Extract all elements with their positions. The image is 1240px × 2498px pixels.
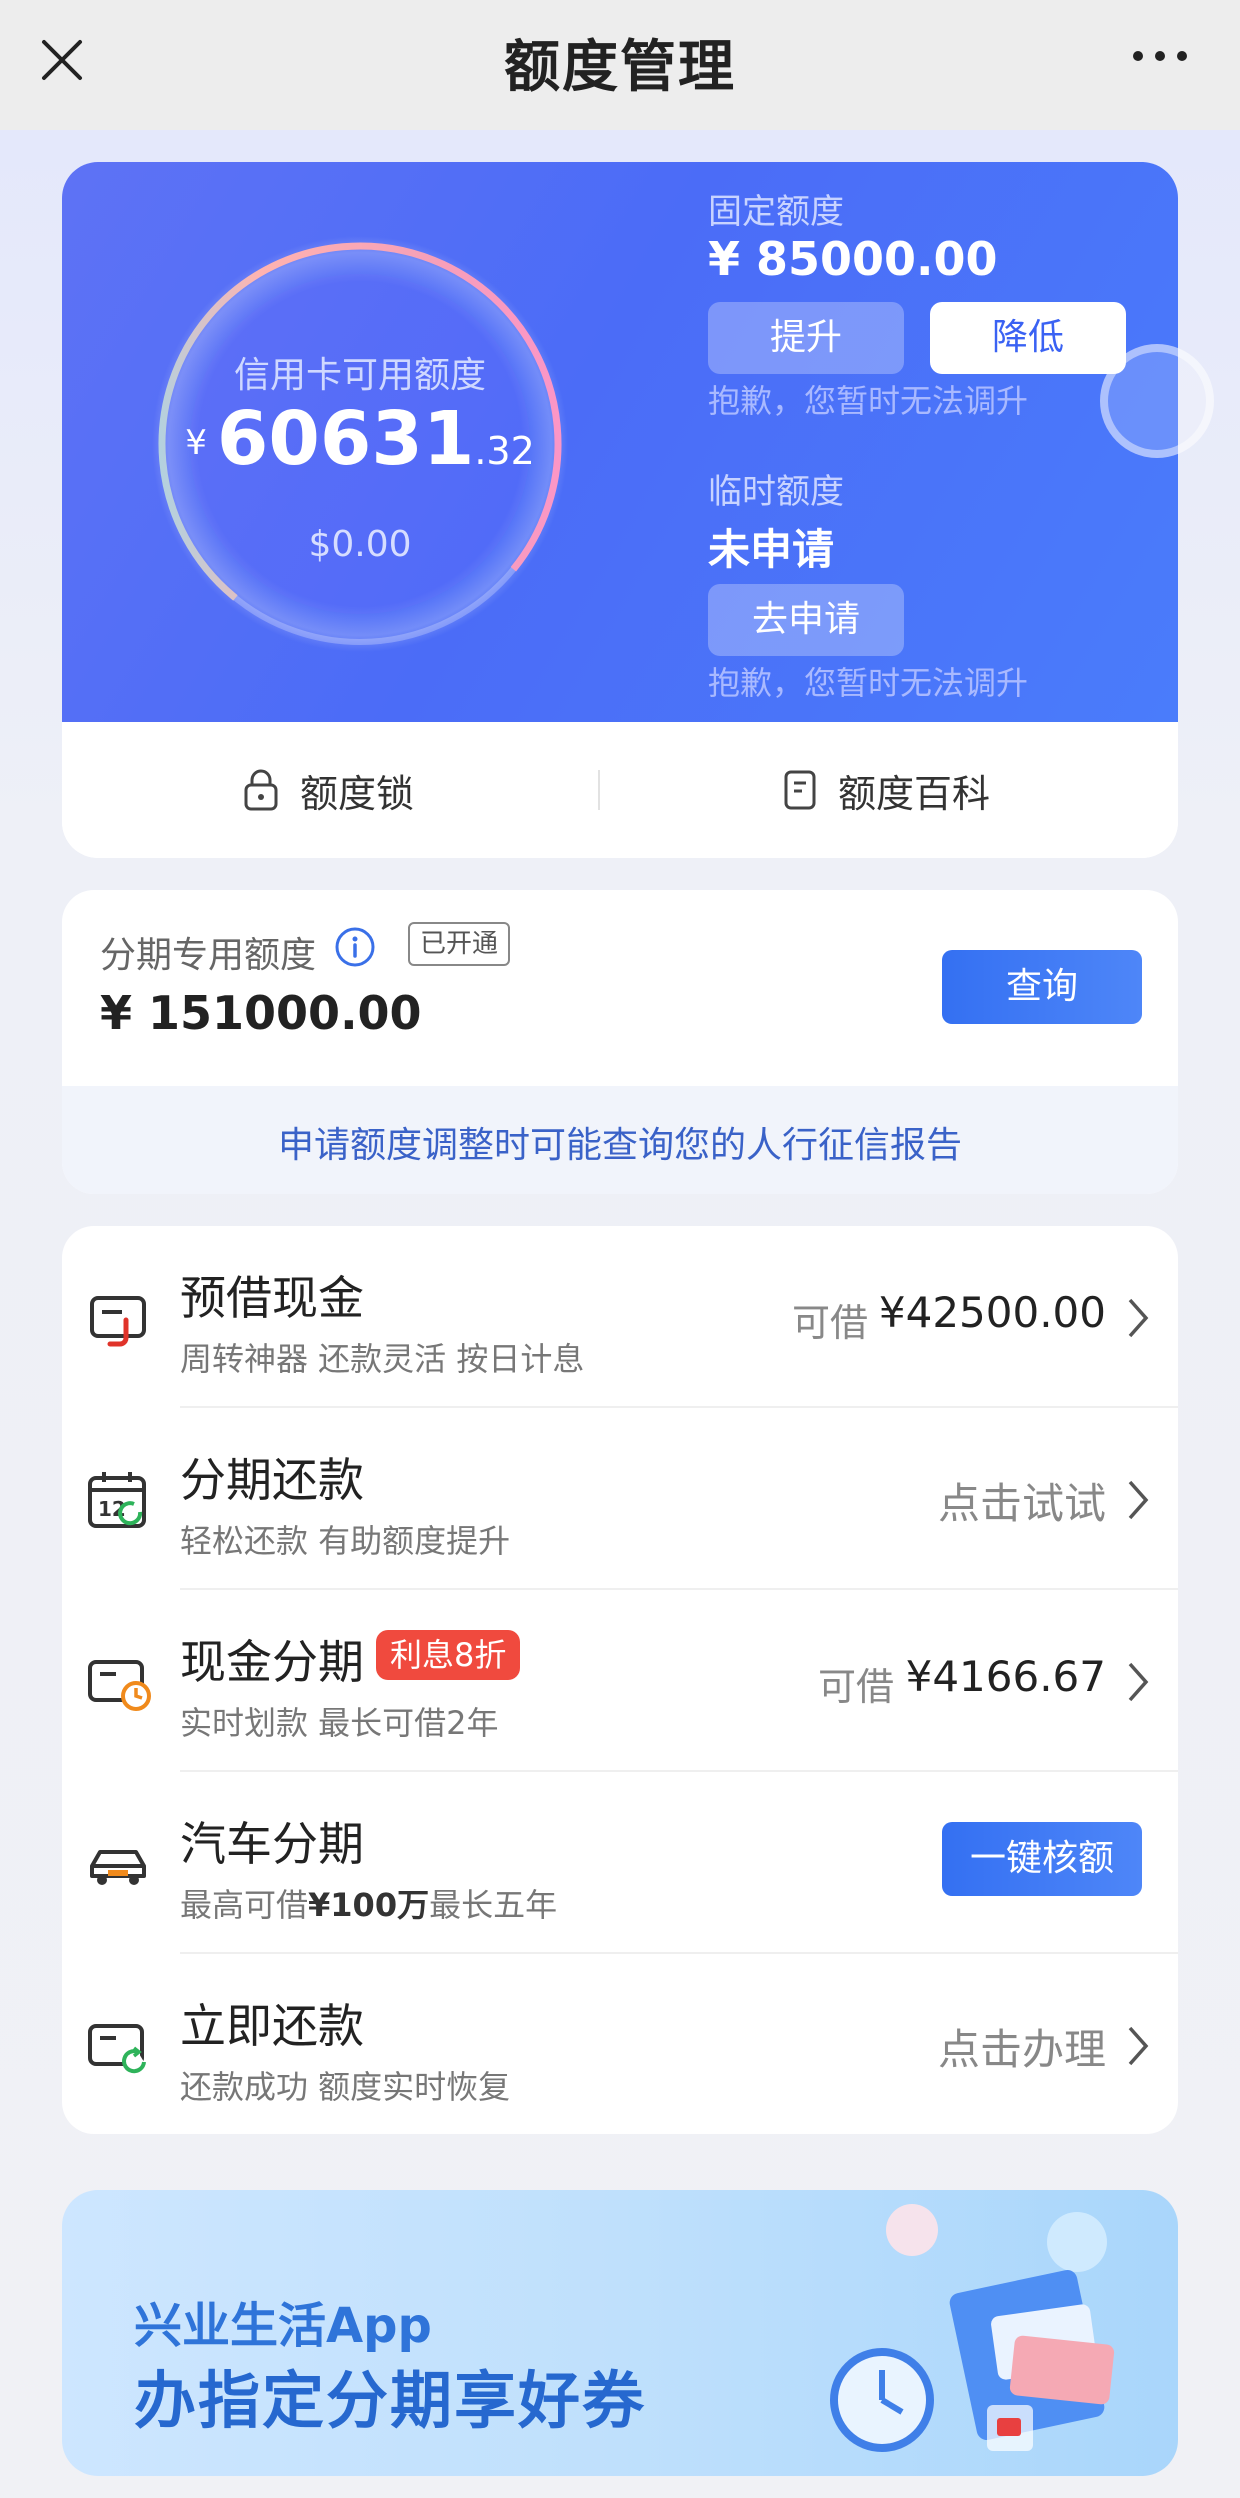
temp-limit-notice: 抱歉，您暂时无法调升 bbox=[708, 664, 1029, 702]
usd-limit: $0.00 bbox=[308, 524, 412, 565]
promo-banner-title: 办指定分期享好券 bbox=[134, 2364, 647, 2437]
page-title: 额度管理 bbox=[504, 35, 736, 100]
repay-now-title: 立即还款 bbox=[180, 1999, 364, 2053]
calendar-icon: 12 bbox=[88, 1472, 146, 1528]
list-item-repay-now[interactable]: 立即还款 还款成功 额度实时恢复 点击办理 bbox=[62, 1954, 1178, 2134]
raise-limit-button[interactable]: 提升 bbox=[708, 302, 904, 374]
promo-banner[interactable]: 兴业生活App 办指定分期享好券 bbox=[62, 2190, 1178, 2476]
installment-limit-label: 分期专用额度 bbox=[100, 935, 317, 976]
temp-limit-label: 临时额度 bbox=[708, 472, 844, 512]
cash-advance-amount: ¥42500.00 bbox=[878, 1288, 1106, 1337]
car-icon bbox=[90, 1850, 146, 1885]
available-limit-integer: 60631 bbox=[216, 396, 475, 482]
available-limit-ring: 信用卡可用额度 ¥60631.32 $0.00 bbox=[150, 234, 570, 654]
cash-installment-amount: ¥4166.67 bbox=[905, 1652, 1106, 1701]
floating-assistant-button[interactable] bbox=[1100, 344, 1214, 458]
currency-symbol: ¥ bbox=[185, 423, 207, 463]
top-bar: 额度管理 bbox=[0, 0, 1240, 130]
chevron-right-icon bbox=[1128, 1662, 1149, 1702]
fixed-limit-amount: ¥ 85000.00 bbox=[708, 232, 998, 286]
info-icon[interactable] bbox=[334, 926, 376, 968]
available-limit-decimal: .32 bbox=[474, 429, 535, 473]
quick-links: 额度锁 额度百科 bbox=[62, 722, 1178, 858]
limit-wiki-link[interactable]: 额度百科 bbox=[782, 722, 990, 858]
services-list: 预借现金 周转神器 还款灵活 按日计息 可借 ¥42500.00 12 分期还款… bbox=[62, 1226, 1178, 2134]
cash-clock-icon bbox=[88, 1660, 151, 1711]
repay-now-action: 点击办理 bbox=[937, 2025, 1106, 2074]
gift-box-illustration bbox=[830, 2204, 1115, 2452]
more-icon[interactable] bbox=[1130, 46, 1190, 66]
temp-limit-status: 未申请 bbox=[708, 525, 835, 574]
cash-installment-title: 现金分期 bbox=[180, 1635, 364, 1689]
car-installment-max-amount: ¥100万 bbox=[308, 1886, 430, 1924]
cash-advance-available-label: 可借 bbox=[791, 1301, 868, 1345]
cash-card-icon bbox=[90, 1296, 146, 1347]
credit-report-note: 申请额度调整时可能查询您的人行征信报告 bbox=[277, 1125, 962, 1166]
installment-repay-title: 分期还款 bbox=[180, 1453, 364, 1507]
query-button[interactable]: 查询 bbox=[942, 950, 1142, 1024]
apply-temp-limit-button[interactable]: 去申请 bbox=[708, 584, 904, 656]
quick-assess-button[interactable]: 一键核额 bbox=[942, 1822, 1142, 1896]
list-item-car-installment[interactable]: 汽车分期 最高可借¥100万最长五年 一键核额 bbox=[62, 1772, 1178, 1954]
interest-discount-tag: 利息8折 bbox=[376, 1630, 521, 1680]
fixed-limit-label: 固定额度 bbox=[708, 192, 844, 232]
list-item-installment-repay[interactable]: 12 分期还款 轻松还款 有助额度提升 点击试试 bbox=[62, 1408, 1178, 1590]
limit-lock-link[interactable]: 额度锁 bbox=[242, 722, 414, 858]
limit-lock-label: 额度锁 bbox=[300, 771, 415, 816]
installment-repay-desc: 轻松还款 有助额度提升 bbox=[180, 1522, 511, 1560]
list-item-cash-advance[interactable]: 预借现金 周转神器 还款灵活 按日计息 可借 ¥42500.00 bbox=[62, 1226, 1178, 1408]
book-icon bbox=[784, 770, 816, 810]
car-installment-title: 汽车分期 bbox=[180, 1817, 364, 1871]
credit-limit-panel: 信用卡可用额度 ¥60631.32 $0.00 固定额度 ¥ 85000.00 … bbox=[62, 162, 1178, 722]
installment-repay-action: 点击试试 bbox=[937, 1479, 1106, 1528]
cash-installment-desc: 实时划款 最长可借2年 bbox=[180, 1704, 499, 1742]
cash-installment-available-label: 可借 bbox=[817, 1665, 894, 1709]
available-limit-label: 信用卡可用额度 bbox=[233, 355, 486, 396]
lock-icon bbox=[244, 769, 278, 811]
list-item-cash-installment[interactable]: 现金分期 利息8折 实时划款 最长可借2年 可借 ¥4166.67 bbox=[62, 1590, 1178, 1772]
car-installment-desc-post: 最长五年 bbox=[429, 1886, 558, 1924]
lower-limit-button[interactable]: 降低 bbox=[930, 302, 1126, 374]
repay-card-icon bbox=[88, 2024, 146, 2074]
chevron-right-icon bbox=[1128, 2026, 1149, 2066]
installment-limit-amount: ¥ 151000.00 bbox=[100, 986, 422, 1040]
car-installment-desc: 最高可借¥100万最长五年 bbox=[180, 1880, 557, 1926]
status-badge: 已开通 bbox=[408, 922, 511, 966]
limit-wiki-label: 额度百科 bbox=[838, 771, 991, 816]
available-limit-amount: ¥60631.32 bbox=[150, 396, 570, 482]
repay-now-desc: 还款成功 额度实时恢复 bbox=[180, 2068, 511, 2106]
promo-banner-subtitle: 兴业生活App bbox=[134, 2298, 432, 2354]
fixed-limit-notice: 抱歉，您暂时无法调升 bbox=[708, 382, 1029, 420]
cash-advance-desc: 周转神器 还款灵活 按日计息 bbox=[180, 1340, 585, 1378]
chevron-right-icon bbox=[1128, 1480, 1149, 1520]
cash-advance-title: 预借现金 bbox=[180, 1271, 364, 1325]
credit-limit-card: 信用卡可用额度 ¥60631.32 $0.00 固定额度 ¥ 85000.00 … bbox=[62, 162, 1178, 858]
installment-limit-card: 分期专用额度 已开通 ¥ 151000.00 查询 申请额度调整时可能查询您的人… bbox=[62, 890, 1178, 1194]
quick-links-divider bbox=[598, 770, 600, 810]
car-installment-desc-pre: 最高可借 bbox=[180, 1886, 309, 1924]
chevron-right-icon bbox=[1128, 1298, 1149, 1338]
